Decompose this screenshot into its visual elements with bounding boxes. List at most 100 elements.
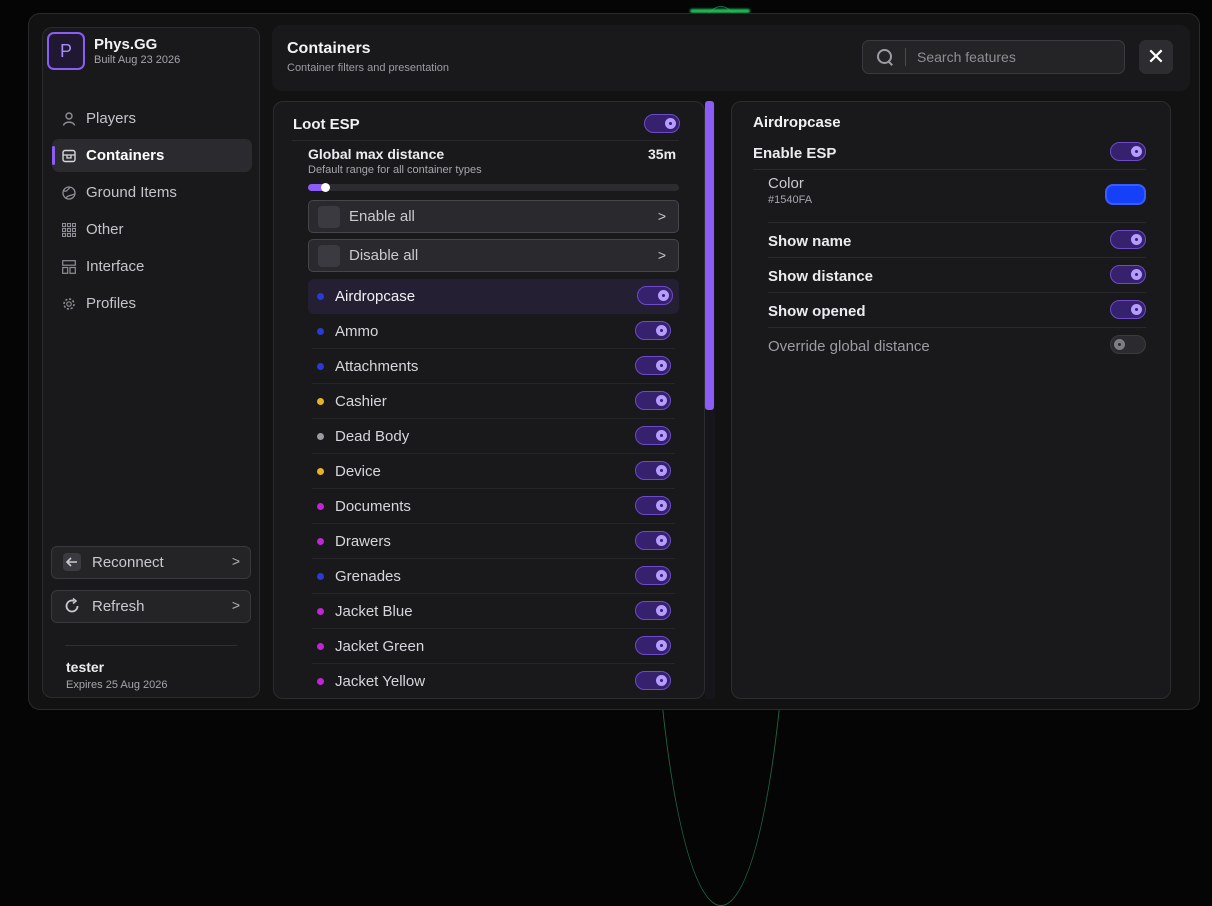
page-title: Containers — [287, 40, 371, 57]
list-item-toggle[interactable] — [635, 426, 671, 445]
list-item-toggle[interactable] — [635, 461, 671, 480]
enable-all-icon — [318, 205, 340, 228]
global-max-distance-slider[interactable] — [308, 183, 679, 192]
sidebar-item-label: Other — [86, 221, 124, 238]
list-item-toggle[interactable] — [635, 671, 671, 690]
loot-esp-title: Loot ESP — [293, 116, 360, 133]
gear-icon — [62, 297, 76, 311]
list-item-label: Ammo — [335, 322, 379, 340]
search-input[interactable] — [917, 49, 1107, 65]
search-box[interactable] — [862, 40, 1125, 74]
divider — [768, 292, 1146, 293]
brand: P Phys.GG Built Aug 23 2026 — [47, 32, 180, 70]
divider — [768, 257, 1146, 258]
show-distance-label: Show distance — [768, 268, 874, 285]
sidebar: P Phys.GG Built Aug 23 2026 Players Cont… — [42, 27, 260, 698]
sidebar-item-interface[interactable]: Interface — [52, 250, 252, 283]
list-item-label: Jacket Green — [335, 637, 425, 655]
list-item-label: Cashier — [335, 392, 387, 410]
globe-icon — [62, 185, 76, 200]
global-max-distance-description: Default range for all container types — [308, 164, 482, 176]
color-swatch[interactable] — [1105, 184, 1146, 205]
list-item-toggle[interactable] — [635, 531, 671, 550]
list-item-toggle[interactable] — [635, 496, 671, 515]
sidebar-item-profiles[interactable]: Profiles — [52, 287, 252, 320]
enable-esp-label: Enable ESP — [753, 145, 837, 162]
sidebar-item-label: Ground Items — [86, 184, 177, 201]
chevron-right-icon: > — [657, 247, 666, 263]
refresh-button[interactable]: Refresh > — [51, 590, 251, 623]
list-item-label: Grenades — [335, 567, 401, 585]
loot-esp-panel: Loot ESP Global max distance 35m Default… — [273, 101, 705, 699]
enable-all-label: Enable all — [349, 208, 415, 225]
list-item[interactable]: Documents — [312, 489, 675, 524]
color-dot-icon — [317, 293, 324, 300]
list-item[interactable]: Jacket Blue — [312, 594, 675, 629]
list-item-toggle[interactable] — [635, 391, 671, 410]
refresh-icon — [62, 597, 82, 617]
disable-all-button[interactable]: Disable all > — [308, 239, 679, 272]
sidebar-item-label: Containers — [86, 147, 165, 164]
enable-all-button[interactable]: Enable all > — [308, 200, 679, 233]
list-item[interactable]: Airdropcase — [308, 279, 679, 314]
list-item-label: Airdropcase — [335, 288, 416, 305]
list-item[interactable]: Grenades — [312, 559, 675, 594]
sidebar-item-containers[interactable]: Containers — [52, 139, 252, 172]
list-item[interactable]: Device — [312, 454, 675, 489]
show-name-toggle[interactable] — [1110, 230, 1146, 249]
scrollbar-thumb[interactable] — [705, 101, 714, 410]
show-opened-toggle[interactable] — [1110, 300, 1146, 319]
list-item-toggle[interactable] — [635, 566, 671, 585]
app-window: P Phys.GG Built Aug 23 2026 Players Cont… — [28, 13, 1200, 710]
list-item[interactable]: Cashier — [312, 384, 675, 419]
reconnect-button[interactable]: Reconnect > — [51, 546, 251, 579]
list-item-label: Drawers — [335, 532, 391, 550]
list-item-toggle[interactable] — [635, 356, 671, 375]
logo: P — [47, 32, 85, 70]
sidebar-item-label: Profiles — [86, 295, 137, 312]
close-icon: ✕ — [1146, 44, 1166, 69]
list-item[interactable]: Attachments — [312, 349, 675, 384]
color-dot-icon — [317, 537, 324, 545]
brand-name: Phys.GG — [94, 36, 158, 53]
list-item[interactable]: Jacket Green — [312, 629, 675, 664]
person-icon — [62, 111, 76, 126]
list-item[interactable]: Dead Body — [312, 419, 675, 454]
sidebar-divider — [65, 645, 237, 646]
show-distance-toggle[interactable] — [1110, 265, 1146, 284]
color-dot-icon — [317, 607, 324, 615]
color-dot-icon — [317, 677, 324, 685]
enable-esp-toggle[interactable] — [1110, 142, 1146, 161]
grid-icon — [61, 222, 77, 237]
override-distance-label: Override global distance — [768, 338, 930, 355]
list-item[interactable]: Drawers — [312, 524, 675, 559]
divider — [768, 222, 1146, 223]
loot-esp-toggle[interactable] — [644, 114, 680, 133]
list-item[interactable]: Ammo — [312, 314, 675, 349]
color-dot-icon — [317, 327, 324, 335]
color-dot-icon — [317, 432, 324, 440]
show-name-label: Show name — [768, 233, 852, 250]
slider-thumb[interactable] — [320, 183, 330, 192]
color-dot-icon — [317, 502, 324, 510]
detail-panel: Airdropcase Enable ESP Color #1540FA Sho… — [731, 101, 1171, 699]
list-item-label: Device — [335, 462, 381, 480]
sidebar-item-players[interactable]: Players — [52, 102, 252, 135]
override-distance-toggle[interactable] — [1110, 335, 1146, 354]
reconnect-label: Reconnect — [92, 554, 164, 571]
page-subtitle: Container filters and presentation — [287, 62, 450, 74]
color-hex: #1540FA — [768, 194, 813, 206]
list-item-toggle[interactable] — [635, 636, 671, 655]
global-max-distance-label: Global max distance — [308, 146, 445, 162]
list-item-toggle[interactable] — [637, 286, 673, 305]
layout-icon — [62, 259, 76, 274]
box-icon — [62, 149, 76, 163]
color-dot-icon — [317, 397, 324, 405]
sidebar-item-other[interactable]: Other — [52, 213, 252, 246]
sidebar-item-ground-items[interactable]: Ground Items — [52, 176, 252, 209]
list-item-toggle[interactable] — [635, 321, 671, 340]
global-max-distance-value: 35m — [648, 146, 677, 162]
close-button[interactable]: ✕ — [1139, 40, 1173, 74]
list-item[interactable]: Jacket Yellow — [312, 664, 675, 698]
list-item-toggle[interactable] — [635, 601, 671, 620]
